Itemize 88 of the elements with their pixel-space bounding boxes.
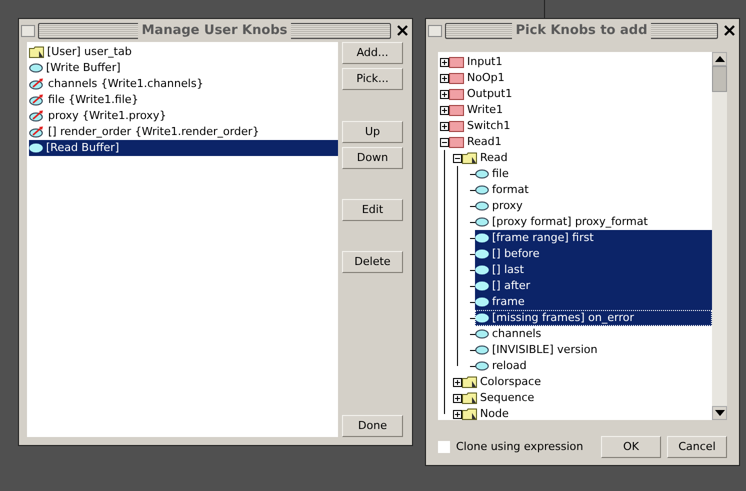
tree-item[interactable]: [INVISIBLE] version bbox=[475, 342, 712, 358]
tree-item[interactable]: [frame range] first bbox=[475, 230, 712, 246]
expand-toggle[interactable] bbox=[440, 90, 449, 98]
knob-icon bbox=[475, 185, 489, 195]
tree-item[interactable]: [] before bbox=[475, 246, 712, 262]
knob-icon bbox=[475, 233, 489, 243]
list-item[interactable]: [Write Buffer] bbox=[29, 60, 338, 76]
knob-icon bbox=[29, 63, 43, 73]
window-title: Pick Knobs to add bbox=[445, 22, 718, 38]
node-icon bbox=[449, 72, 464, 84]
expand-toggle[interactable] bbox=[440, 106, 449, 114]
tree-item[interactable]: [] last bbox=[475, 262, 712, 278]
knob-icon bbox=[475, 329, 489, 339]
knob-icon bbox=[475, 361, 489, 371]
dialog-button[interactable]: Edit bbox=[342, 199, 403, 221]
dialog-button[interactable]: Pick... bbox=[342, 68, 403, 90]
node-icon bbox=[449, 120, 464, 132]
expand-toggle[interactable] bbox=[453, 410, 462, 418]
tree-item[interactable]: Sequence bbox=[462, 390, 712, 406]
tree-item[interactable]: Switch1 bbox=[449, 118, 712, 134]
linked-knob-icon bbox=[29, 110, 45, 122]
tree-item[interactable]: [] after bbox=[475, 278, 712, 294]
expand-toggle[interactable] bbox=[453, 394, 462, 402]
expand-toggle[interactable] bbox=[440, 74, 449, 82]
node-icon bbox=[449, 88, 464, 100]
knob-icon bbox=[475, 265, 489, 275]
close-button[interactable] bbox=[721, 22, 737, 38]
expand-toggle[interactable] bbox=[440, 58, 449, 66]
window-title: Manage User Knobs bbox=[38, 22, 391, 38]
tree-item[interactable]: [missing frames] on_error bbox=[475, 310, 712, 326]
tree-item[interactable]: channels bbox=[475, 326, 712, 342]
tree-item[interactable]: Output1 bbox=[449, 86, 712, 102]
folder-icon bbox=[462, 392, 477, 404]
knob-icon bbox=[475, 313, 489, 323]
window-menu-icon[interactable] bbox=[428, 24, 442, 36]
dialog-button[interactable]: Add... bbox=[342, 42, 403, 64]
tree-item[interactable]: proxy bbox=[475, 198, 712, 214]
tree-item[interactable]: Read bbox=[462, 150, 712, 166]
linked-knob-icon bbox=[29, 78, 45, 90]
tree-item[interactable]: reload bbox=[475, 358, 712, 374]
knob-icon bbox=[475, 249, 489, 259]
tree-item[interactable]: Read1 bbox=[449, 134, 712, 150]
tree-item[interactable]: format bbox=[475, 182, 712, 198]
node-icon bbox=[449, 104, 464, 116]
dialog-button[interactable]: Done bbox=[342, 415, 403, 437]
linked-knob-icon bbox=[29, 94, 45, 106]
dialog-button[interactable]: Up bbox=[342, 121, 403, 143]
list-item[interactable]: [Read Buffer] bbox=[29, 140, 338, 156]
node-icon bbox=[449, 136, 464, 148]
dialog-button[interactable]: Delete bbox=[342, 251, 403, 273]
dialog-button[interactable]: Cancel bbox=[667, 436, 727, 458]
tree-item[interactable]: file bbox=[475, 166, 712, 182]
list-item[interactable]: file {Write1.file} bbox=[29, 92, 338, 108]
node-icon bbox=[449, 56, 464, 68]
dialog-button[interactable]: OK bbox=[601, 436, 661, 458]
knob-icon bbox=[29, 143, 43, 153]
knob-icon bbox=[475, 217, 489, 227]
scrollbar[interactable] bbox=[712, 52, 727, 420]
checkbox-label: Clone using expression bbox=[456, 438, 584, 455]
tree-item[interactable]: Node bbox=[462, 406, 712, 420]
list-item[interactable]: [User] user_tab bbox=[29, 44, 338, 60]
collapse-toggle[interactable] bbox=[440, 138, 449, 146]
list-item[interactable]: [] render_order {Write1.render_order} bbox=[29, 124, 338, 140]
linked-knob-icon bbox=[29, 126, 45, 138]
list-item[interactable]: proxy {Write1.proxy} bbox=[29, 108, 338, 124]
tree-item[interactable]: Write1 bbox=[449, 102, 712, 118]
knob-icon bbox=[475, 297, 489, 307]
tree-item[interactable]: Colorspace bbox=[462, 374, 712, 390]
knob-icon bbox=[475, 281, 489, 291]
list-item[interactable]: channels {Write1.channels} bbox=[29, 76, 338, 92]
clone-checkbox[interactable] bbox=[438, 441, 450, 453]
knob-icon bbox=[475, 201, 489, 211]
folder-icon bbox=[462, 152, 477, 164]
collapse-toggle[interactable] bbox=[453, 154, 462, 162]
folder-icon bbox=[462, 376, 477, 388]
dialog-button[interactable]: Down bbox=[342, 147, 403, 169]
folder-icon bbox=[462, 408, 477, 420]
window-menu-icon[interactable] bbox=[21, 24, 35, 36]
tree-item[interactable]: [proxy format] proxy_format bbox=[475, 214, 712, 230]
expand-toggle[interactable] bbox=[453, 378, 462, 386]
tree-item[interactable]: Input1 bbox=[449, 54, 712, 70]
knob-icon bbox=[475, 345, 489, 355]
tree-item[interactable]: frame bbox=[475, 294, 712, 310]
close-button[interactable] bbox=[394, 22, 410, 38]
folder-icon bbox=[29, 46, 44, 58]
knob-icon bbox=[475, 169, 489, 179]
tree-item[interactable]: NoOp1 bbox=[449, 70, 712, 86]
expand-toggle[interactable] bbox=[440, 122, 449, 130]
